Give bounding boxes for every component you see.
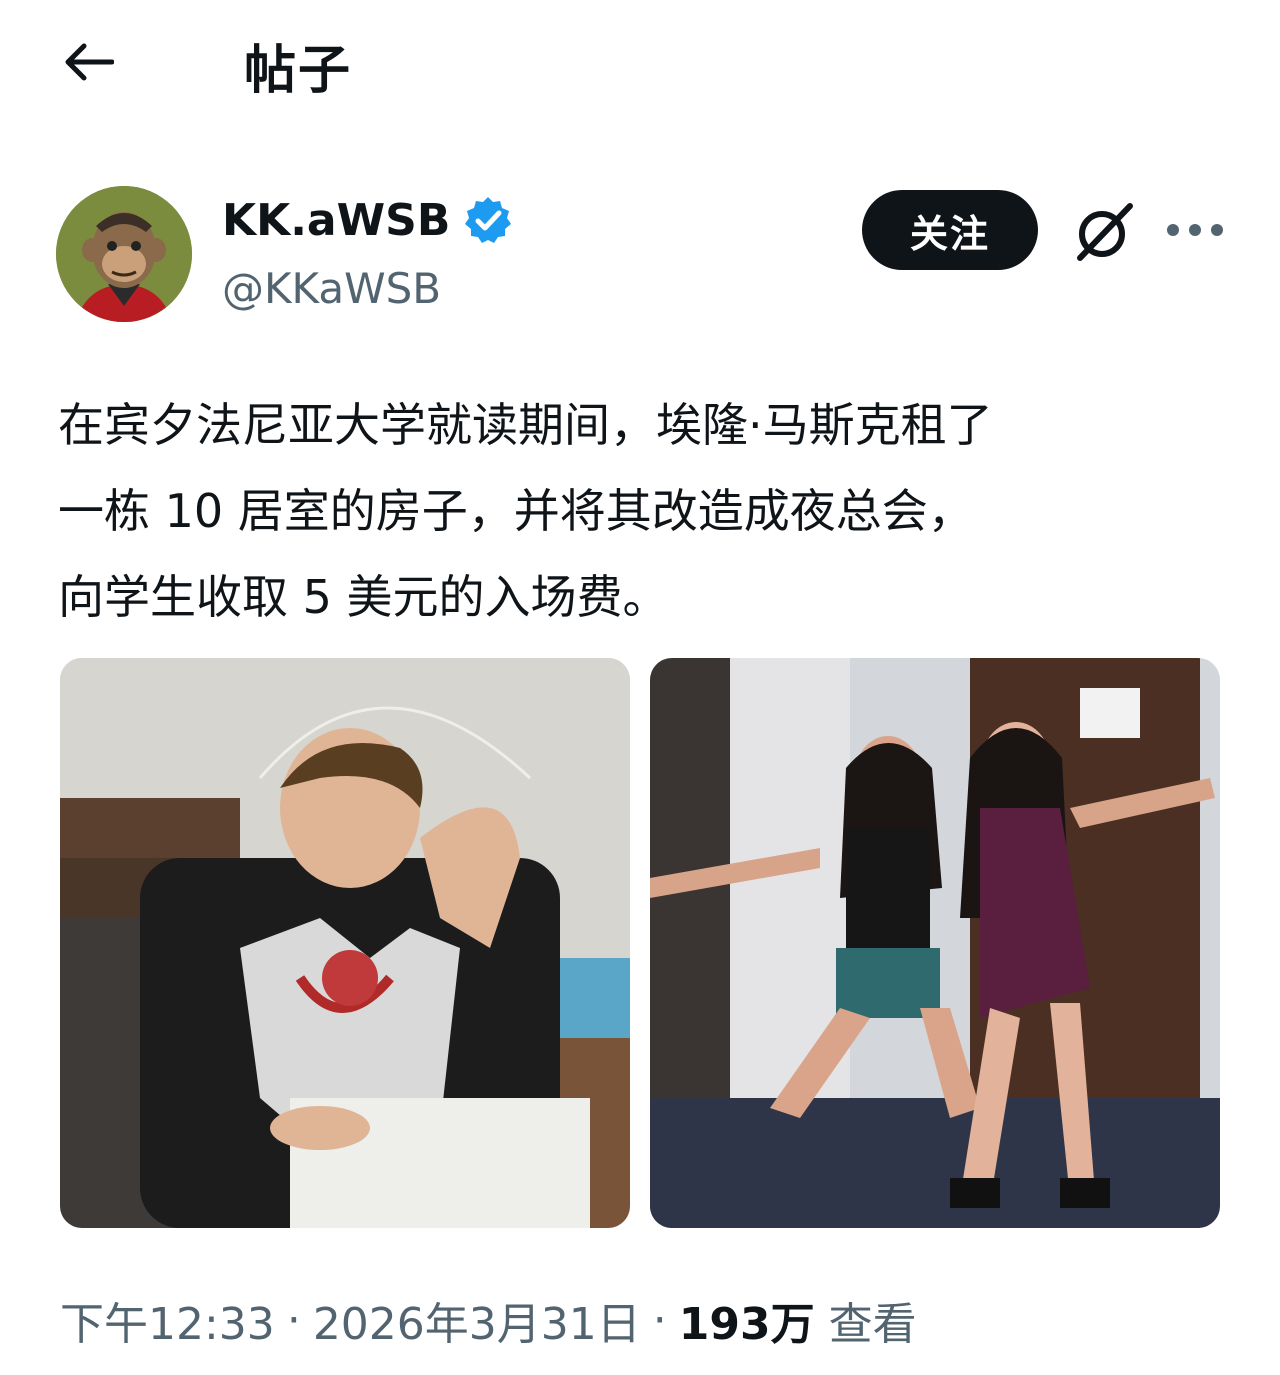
dorm-room-photo bbox=[60, 658, 630, 1228]
tweet-text-line: 一栋 10 居室的房子，并将其改造成夜总会， bbox=[58, 484, 974, 538]
more-button[interactable] bbox=[1160, 202, 1230, 258]
display-name-text: KK.aWSB bbox=[222, 194, 451, 246]
display-name[interactable]: KK.aWSB bbox=[222, 194, 514, 246]
tweet-text-line: 在宾夕法尼亚大学就读期间，埃隆·马斯克租了 bbox=[58, 398, 993, 452]
view-count: 193万 bbox=[678, 1299, 815, 1350]
post-time: 下午12:33 bbox=[60, 1299, 275, 1350]
tweet-text: 在宾夕法尼亚大学就读期间，埃隆·马斯克租了 一栋 10 居室的房子，并将其改造成… bbox=[58, 382, 1228, 640]
meta-separator: · bbox=[286, 1294, 301, 1346]
tweet-author: KK.aWSB @KKaWSB 关注 bbox=[56, 186, 1236, 326]
tweet-media bbox=[60, 658, 1222, 1228]
party-photo bbox=[650, 658, 1220, 1228]
follow-button[interactable]: 关注 bbox=[862, 190, 1038, 270]
back-button[interactable] bbox=[56, 34, 120, 90]
arrow-left-icon bbox=[65, 43, 114, 81]
post-date[interactable]: 2026年3月31日 bbox=[313, 1288, 641, 1352]
avatar[interactable] bbox=[56, 186, 192, 322]
more-horizontal-icon bbox=[1167, 224, 1223, 236]
user-handle[interactable]: @KKaWSB bbox=[222, 264, 441, 313]
grok-icon bbox=[1077, 203, 1133, 261]
meta-separator: · bbox=[652, 1294, 667, 1346]
verified-badge-icon bbox=[465, 197, 512, 243]
page-title: 帖子 bbox=[244, 41, 353, 101]
tweet-text-line: 向学生收取 5 美元的入场费。 bbox=[58, 570, 669, 624]
view-label: 查看 bbox=[828, 1299, 917, 1350]
tweet-meta: 下午12:33 · 2026年3月31日 · 193万 查看 bbox=[60, 1288, 917, 1352]
tweet-photo-2[interactable] bbox=[650, 658, 1220, 1228]
top-bar: 帖子 bbox=[0, 0, 1280, 130]
ape-avatar-image bbox=[56, 186, 192, 322]
grok-button[interactable] bbox=[1066, 194, 1142, 270]
tweet-photo-1[interactable] bbox=[60, 658, 630, 1228]
